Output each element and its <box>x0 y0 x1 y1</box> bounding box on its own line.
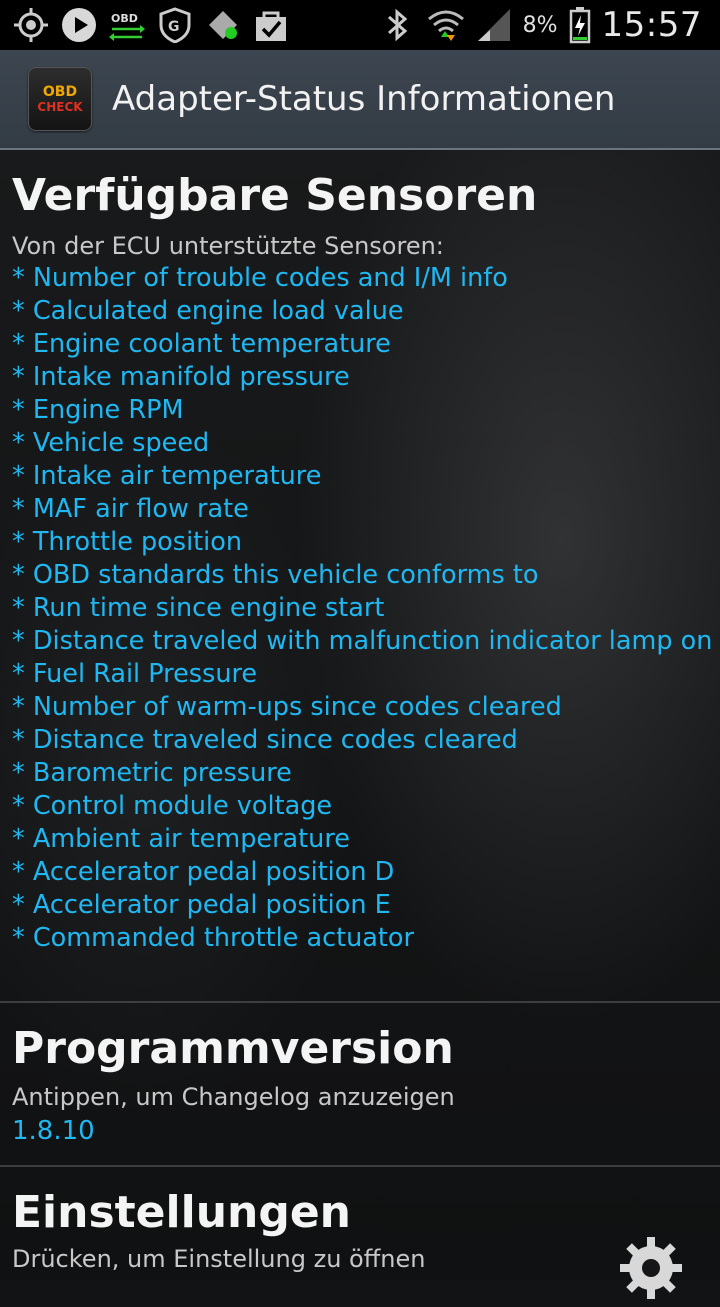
list-item: * Vehicle speed <box>12 428 210 458</box>
list-item: * Distance traveled since codes cleared <box>12 725 518 755</box>
list-item: * Engine RPM <box>12 395 184 425</box>
gear-icon[interactable] <box>616 1233 686 1303</box>
battery-icon <box>568 6 592 44</box>
obd-icon-label: OBD <box>111 12 138 25</box>
list-item: * Engine coolant temperature <box>12 329 391 359</box>
location-icon <box>204 6 242 44</box>
signal-icon <box>475 6 513 44</box>
settings-title: Einstellungen <box>12 1187 352 1238</box>
list-item: * OBD standards this vehicle conforms to <box>12 560 539 590</box>
list-item: * Accelerator pedal position D <box>12 857 395 887</box>
list-item: * Intake manifold pressure <box>12 362 350 392</box>
list-item: * Fuel Rail Pressure <box>12 659 258 689</box>
settings-section[interactable]: Einstellungen Drücken, um Einstellung zu… <box>0 1167 720 1299</box>
wifi-icon <box>427 6 465 44</box>
list-item: * Run time since engine start <box>12 593 385 623</box>
list-item: * MAF air flow rate <box>12 494 249 524</box>
settings-subtitle: Drücken, um Einstellung zu öffnen <box>12 1245 426 1273</box>
battery-percentage: 8% <box>522 12 558 38</box>
sensors-subtitle: Von der ECU unterstützte Sensoren: <box>12 232 444 260</box>
bag-icon <box>252 6 290 44</box>
sensor-list: * Number of trouble codes and I/M info *… <box>12 262 713 955</box>
list-item: * Accelerator pedal position E <box>12 890 391 920</box>
play-icon <box>60 6 98 44</box>
list-item: * Intake air temperature <box>12 461 322 491</box>
sensors-section[interactable]: Verfügbare Sensoren Von der ECU unterstü… <box>0 150 720 1001</box>
program-version-subtitle: Antippen, um Changelog anzuzeigen <box>12 1083 455 1111</box>
list-item: * Number of trouble codes and I/M info <box>12 263 508 293</box>
bluetooth-icon <box>379 6 417 44</box>
program-version-title: Programmversion <box>12 1023 454 1074</box>
status-clock: 15:57 <box>601 5 702 45</box>
svg-text:G: G <box>168 19 180 35</box>
program-version-section[interactable]: Programmversion Antippen, um Changelog a… <box>0 1003 720 1165</box>
list-item: * Number of warm-ups since codes cleared <box>12 692 562 722</box>
list-item: * Ambient air temperature <box>12 824 350 854</box>
list-item: * Distance traveled with malfunction ind… <box>12 626 713 656</box>
obd-icon: OBD <box>108 6 146 44</box>
page-title: Adapter-Status Informationen <box>112 79 616 119</box>
content-scroll[interactable]: Verfügbare Sensoren Von der ECU unterstü… <box>0 150 720 1299</box>
app-icon-check-text: CHECK <box>37 100 83 114</box>
list-item: * Control module voltage <box>12 791 333 821</box>
list-item: * Calculated engine load value <box>12 296 404 326</box>
app-icon[interactable]: OBD CHECK <box>28 67 92 131</box>
list-item: * Commanded throttle actuator <box>12 923 414 953</box>
list-item: * Barometric pressure <box>12 758 292 788</box>
version-number: 1.8.10 <box>12 1116 95 1146</box>
shield-icon: G <box>156 6 194 44</box>
app-icon-obd-text: OBD <box>42 84 78 100</box>
action-bar: OBD CHECK Adapter-Status Informationen <box>0 50 720 150</box>
sensors-title: Verfügbare Sensoren <box>12 170 538 221</box>
gps-icon <box>12 6 50 44</box>
list-item: * Throttle position <box>12 527 242 557</box>
status-bar: OBD G 8% 15:57 <box>0 0 720 50</box>
